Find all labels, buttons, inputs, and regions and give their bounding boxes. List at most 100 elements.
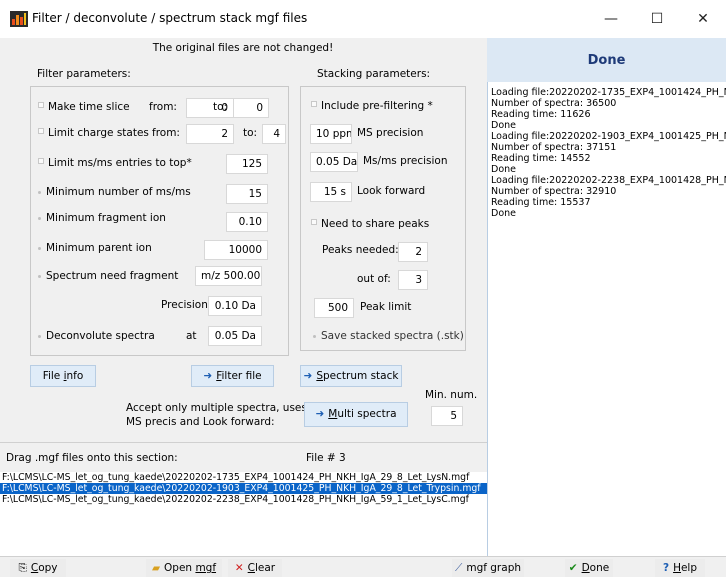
min-num-input[interactable]: 5 xyxy=(431,406,463,426)
log-line: Loading file:20220202-2238_EXP4_1001428_… xyxy=(491,175,726,186)
close-button[interactable]: ✕ xyxy=(680,0,726,38)
checkbox-icon xyxy=(38,158,44,164)
arrow-right-icon: ➜ xyxy=(315,408,325,420)
log-line: Done xyxy=(491,164,516,175)
min-parent-option[interactable]: Minimum parent ion xyxy=(38,242,152,254)
time-slice-to-label: to: xyxy=(213,101,228,113)
ms-precision-input[interactable]: 10 ppm xyxy=(310,124,352,144)
log-pane[interactable]: Loading file:20220202-1735_EXP4_1001424_… xyxy=(487,82,726,556)
minimize-button[interactable]: — xyxy=(588,0,634,38)
time-slice-to-input[interactable]: 0 xyxy=(233,98,269,118)
multi-description-line1: Accept only multiple spectra, uses xyxy=(126,402,307,414)
file-list[interactable]: F:\LCMS\LC-MS_let_og_tung_kaede\20220202… xyxy=(0,472,487,556)
min-parent-input[interactable]: 10000 xyxy=(204,240,268,260)
window-title: Filter / deconvolute / spectrum stack mg… xyxy=(32,11,308,25)
log-line: Reading time: 14552 xyxy=(491,153,591,164)
min-msms-option[interactable]: Minimum number of ms/ms xyxy=(38,186,191,198)
file-row[interactable]: F:\LCMS\LC-MS_let_og_tung_kaede\20220202… xyxy=(0,494,487,505)
log-line: Loading file:20220202-1735_EXP4_1001424_… xyxy=(491,87,726,98)
spectrum-stack-button[interactable]: ➜ Spectrum stack xyxy=(300,365,402,387)
look-forward-input[interactable]: 15 s xyxy=(310,182,352,202)
checkbox-icon xyxy=(38,128,44,134)
log-line: Reading time: 15537 xyxy=(491,197,591,208)
deconvolute-at-label: at xyxy=(186,330,197,342)
app-icon xyxy=(10,11,28,27)
out-of-input[interactable]: 3 xyxy=(398,270,428,290)
checkbox-icon xyxy=(311,101,317,107)
unchanged-note: The original files are not changed! xyxy=(152,42,334,54)
log-line: Done xyxy=(491,120,516,131)
section-divider xyxy=(0,442,487,443)
close-icon: ✕ xyxy=(234,562,244,574)
deconvolute-option[interactable]: Deconvolute spectra xyxy=(38,330,155,342)
time-slice-from-label: from: xyxy=(149,101,177,113)
radio-icon xyxy=(38,274,41,278)
checkbox-icon xyxy=(311,219,317,225)
peaks-needed-input[interactable]: 2 xyxy=(398,242,428,262)
msms-limit-input[interactable]: 125 xyxy=(226,154,268,174)
open-mgf-button[interactable]: ▰ Open mgf xyxy=(146,559,222,577)
log-line: Loading file:20220202-1903_EXP4_1001425_… xyxy=(491,131,726,142)
peaks-needed-label: Peaks needed: xyxy=(322,244,399,256)
file-row-selected[interactable]: F:\LCMS\LC-MS_let_og_tung_kaede\20220202… xyxy=(0,483,487,494)
msms-precision-label: Ms/ms precision xyxy=(363,155,448,167)
maximize-button[interactable]: ☐ xyxy=(634,0,680,38)
copy-icon: ⎘ xyxy=(18,562,27,574)
charge-states-checkbox[interactable]: Limit charge states xyxy=(38,127,149,139)
min-fragment-input[interactable]: 0.10 xyxy=(226,212,268,232)
charge-from-label: from: xyxy=(152,127,180,139)
filter-file-button[interactable]: ➜ Filter file xyxy=(191,365,274,387)
save-stacked-option[interactable]: Save stacked spectra (.stk) xyxy=(313,330,464,342)
log-line: Number of spectra: 36500 xyxy=(491,98,617,109)
log-line: Number of spectra: 32910 xyxy=(491,186,617,197)
radio-icon xyxy=(38,334,41,338)
radio-icon xyxy=(38,216,41,220)
deconvolute-input[interactable]: 0.05 Da xyxy=(208,326,262,346)
log-line: Reading time: 11626 xyxy=(491,109,591,120)
precision-input[interactable]: 0.10 Da xyxy=(208,296,262,316)
checkbox-icon xyxy=(38,102,44,108)
charge-to-label: to: xyxy=(243,127,258,139)
arrow-right-icon: ➜ xyxy=(303,370,313,382)
filter-group-title: Filter parameters: xyxy=(37,68,131,80)
file-info-button[interactable]: File info xyxy=(30,365,96,387)
charge-from-input[interactable]: 2 xyxy=(186,124,234,144)
include-prefilter-checkbox[interactable]: Include pre-filtering * xyxy=(311,100,433,112)
msms-precision-input[interactable]: 0.05 Da xyxy=(310,152,358,172)
charge-to-input[interactable]: 4 xyxy=(262,124,286,144)
arrow-right-icon: ➜ xyxy=(203,370,213,382)
done-button[interactable]: ✔ Done xyxy=(565,559,613,577)
multi-description-line2: MS precis and Look forward: xyxy=(126,416,275,428)
folder-icon: ▰ xyxy=(151,562,161,574)
status-header: Done xyxy=(487,38,726,82)
file-count: File # 3 xyxy=(306,452,346,464)
log-line: Done xyxy=(491,208,516,219)
radio-icon xyxy=(313,334,316,338)
time-slice-checkbox[interactable]: Make time slice xyxy=(38,101,130,113)
radio-icon xyxy=(38,246,41,250)
precision-label: Precision xyxy=(161,299,208,311)
msms-limit-checkbox[interactable]: Limit ms/ms entries to top* xyxy=(38,157,192,169)
multi-spectra-button[interactable]: ➜ Multi spectra xyxy=(304,402,408,427)
need-fragment-option[interactable]: Spectrum need fragment xyxy=(38,270,178,282)
min-num-label: Min. num. xyxy=(425,389,478,401)
min-msms-input[interactable]: 15 xyxy=(226,184,268,204)
clear-button[interactable]: ✕ Clear xyxy=(228,559,282,577)
help-button[interactable]: ? Help xyxy=(655,559,705,577)
look-forward-label: Look forward xyxy=(357,185,426,197)
chart-icon: ⟋ xyxy=(454,562,463,574)
mgf-graph-button[interactable]: ⟋ mgf graph xyxy=(452,559,524,577)
out-of-label: out of: xyxy=(357,273,391,285)
share-peaks-checkbox[interactable]: Need to share peaks xyxy=(311,218,429,230)
min-fragment-option[interactable]: Minimum fragment ion xyxy=(38,212,166,224)
bottom-toolbar xyxy=(0,556,726,577)
stacking-group-title: Stacking parameters: xyxy=(317,68,431,80)
file-row[interactable]: F:\LCMS\LC-MS_let_og_tung_kaede\20220202… xyxy=(0,472,487,483)
drag-label: Drag .mgf files onto this section: xyxy=(6,452,178,464)
checkmark-icon: ✔ xyxy=(568,562,578,574)
need-fragment-input[interactable]: m/z 500.00 xyxy=(195,266,262,286)
copy-button[interactable]: ⎘ Copy xyxy=(10,559,66,577)
log-line: Number of spectra: 37151 xyxy=(491,142,617,153)
radio-icon xyxy=(38,190,41,194)
peak-limit-input[interactable]: 500 xyxy=(314,298,354,318)
